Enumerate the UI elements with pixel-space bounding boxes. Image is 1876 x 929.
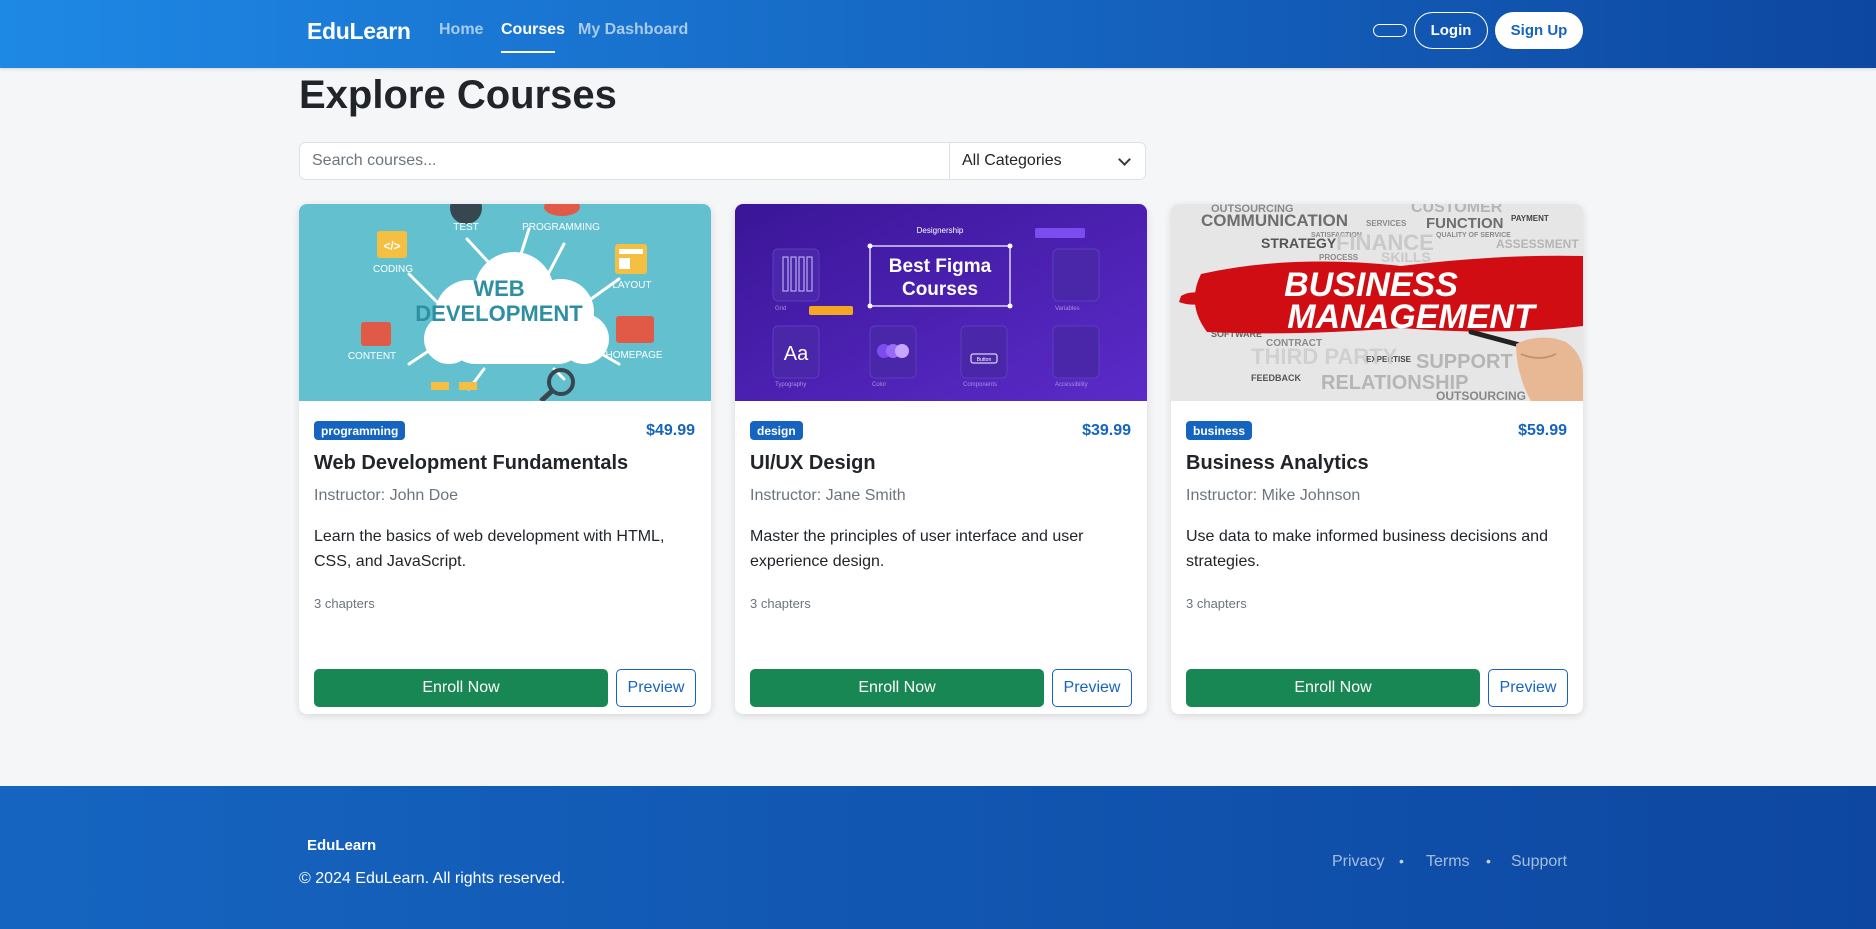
svg-text:</>: </> — [383, 239, 400, 253]
image-text: PROGRAMMING — [522, 222, 600, 233]
image-text: SERVICES — [1366, 219, 1407, 228]
image-text: Color — [872, 382, 886, 388]
course-image-business: OUTSOURCING CUSTOMER COMMUNICATION SERVI… — [1171, 204, 1583, 401]
course-title: Web Development Fundamentals — [314, 452, 629, 474]
preview-button[interactable]: Preview — [1052, 669, 1132, 707]
course-title: Business Analytics — [1186, 452, 1369, 474]
image-text: WEB — [473, 276, 524, 301]
footer-link-terms[interactable]: Terms — [1426, 853, 1470, 871]
image-text: MANAGEMENT — [1287, 298, 1538, 336]
enroll-button[interactable]: Enroll Now — [314, 669, 608, 707]
course-description: Master the principles of user interface … — [750, 528, 1084, 570]
search-input[interactable] — [300, 143, 950, 179]
image-text: SKILLS — [1381, 249, 1431, 265]
category-badge: programming — [314, 421, 406, 440]
image-text: FUNCTION — [1426, 215, 1504, 232]
course-instructor: Instructor: Jane Smith — [750, 487, 906, 504]
category-select-value: All Categories — [962, 152, 1062, 169]
image-text: Accessibility — [1055, 382, 1088, 388]
course-price: $59.99 — [1518, 422, 1567, 439]
course-instructor: Instructor: John Doe — [314, 487, 459, 504]
image-text: PAYMENT — [1511, 214, 1549, 223]
login-button[interactable]: Login — [1414, 12, 1488, 49]
enroll-button[interactable]: Enroll Now — [750, 669, 1044, 707]
image-text: ASSESSMENT — [1496, 237, 1579, 251]
image-text: Aa — [784, 343, 809, 365]
image-text: Grid — [775, 306, 786, 312]
image-text: TEST — [453, 222, 479, 233]
footer-separator: • — [1399, 853, 1404, 869]
category-select[interactable]: All Categories — [950, 143, 1145, 179]
brand-logo[interactable]: EduLearn — [307, 18, 411, 45]
course-title: UI/UX Design — [750, 452, 876, 474]
image-text: Designership — [917, 226, 964, 235]
top-navbar: EduLearn Home Courses My Dashboard Login… — [0, 0, 1876, 68]
image-text: HOMEPAGE — [605, 350, 662, 361]
preview-button[interactable]: Preview — [616, 669, 696, 707]
theme-toggle[interactable] — [1373, 24, 1407, 37]
chapter-count: 3 chapters — [750, 596, 811, 611]
footer-separator: • — [1486, 853, 1491, 869]
image-text: THIRD PARTY — [1251, 344, 1398, 369]
active-nav-indicator — [501, 51, 555, 53]
nav-link-courses[interactable]: Courses — [501, 21, 565, 39]
image-text: FEEDBACK — [1251, 373, 1302, 383]
nav-link-home[interactable]: Home — [439, 21, 483, 39]
course-description: Learn the basics of web development with… — [314, 528, 665, 570]
image-text: CONTENT — [348, 351, 396, 362]
image-text: SUPPORT — [1416, 351, 1513, 373]
search-filter-bar: All Categories — [299, 142, 1146, 180]
category-badge: business — [1186, 421, 1253, 440]
course-description: Use data to make informed business decis… — [1186, 528, 1548, 570]
image-text: Typography — [775, 382, 806, 388]
copyright-text: © 2024 EduLearn. All rights reserved. — [299, 870, 566, 887]
image-text: Variables — [1055, 306, 1080, 312]
image-text: OUTSOURCING — [1436, 389, 1526, 401]
image-text: COMMUNICATION — [1201, 211, 1348, 230]
image-text: Button — [977, 357, 992, 363]
footer: EduLearn © 2024 EduLearn. All rights res… — [0, 786, 1876, 929]
chapter-count: 3 chapters — [1186, 596, 1247, 611]
footer-brand: EduLearn — [307, 837, 377, 854]
course-card: WEB DEVELOPMENT </> TEST PROGRAMMING COD… — [299, 204, 711, 714]
image-text: Best Figma — [889, 256, 992, 277]
signup-button[interactable]: Sign Up — [1495, 12, 1583, 49]
enroll-button[interactable]: Enroll Now — [1186, 669, 1480, 707]
course-price: $49.99 — [646, 422, 695, 439]
course-card: OUTSOURCING CUSTOMER COMMUNICATION SERVI… — [1171, 204, 1583, 714]
image-text: CODING — [373, 264, 413, 275]
course-price: $39.99 — [1082, 422, 1131, 439]
image-text: Courses — [902, 279, 978, 300]
course-image-web-development: WEB DEVELOPMENT </> TEST PROGRAMMING COD… — [299, 204, 711, 401]
image-text: Components — [963, 382, 997, 388]
image-text: STRATEGY — [1261, 235, 1337, 251]
category-badge: design — [750, 421, 803, 440]
image-text: LAYOUT — [612, 280, 651, 291]
nav-link-dashboard[interactable]: My Dashboard — [578, 21, 688, 39]
footer-link-support[interactable]: Support — [1511, 853, 1567, 871]
preview-button[interactable]: Preview — [1488, 669, 1568, 707]
course-card: Aa Button Best Figma Courses Designershi… — [735, 204, 1147, 714]
image-text: DEVELOPMENT — [415, 301, 583, 326]
course-image-figma: Aa Button Best Figma Courses Designershi… — [735, 204, 1147, 401]
chevron-down-icon — [1118, 152, 1131, 166]
footer-link-privacy[interactable]: Privacy — [1332, 853, 1384, 871]
image-text: PROCESS — [1319, 253, 1359, 262]
page-title: Explore Courses — [299, 73, 617, 117]
chapter-count: 3 chapters — [314, 596, 375, 611]
course-instructor: Instructor: Mike Johnson — [1186, 487, 1361, 504]
